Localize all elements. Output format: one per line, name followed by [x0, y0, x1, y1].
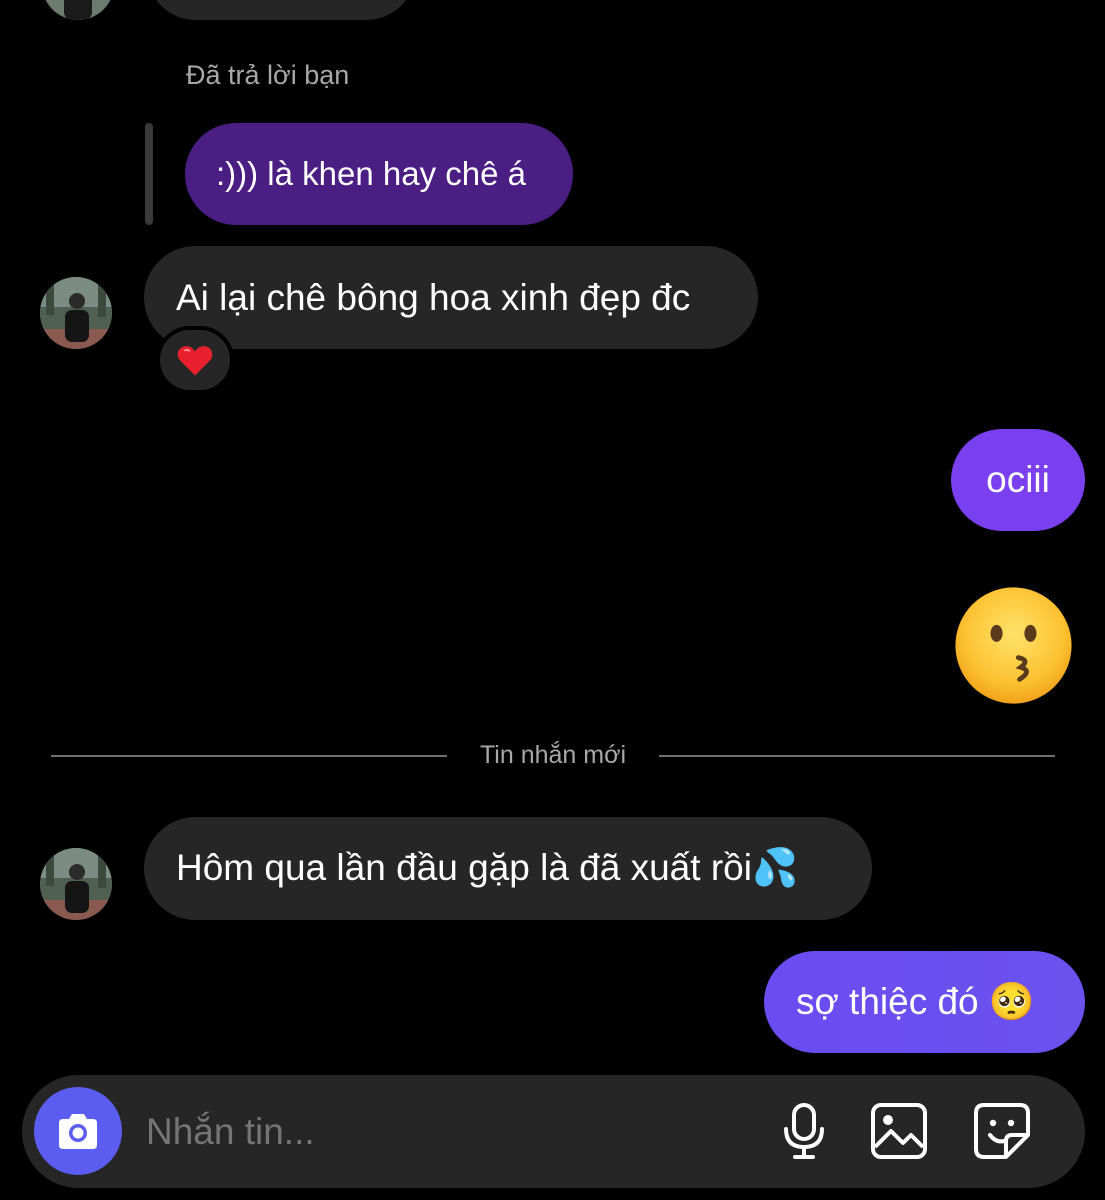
- quoted-message-text: :))) là khen hay chê á: [216, 155, 526, 192]
- message-text: Ai lại chê bông hoa xinh đẹp đc: [176, 276, 691, 318]
- message-text: Hôm qua lần đầu gặp là đã xuất rồi💦: [176, 847, 799, 888]
- gallery-button[interactable]: [869, 1101, 929, 1161]
- message-text: ociii: [986, 459, 1050, 500]
- heart-icon: [177, 346, 213, 376]
- microphone-button[interactable]: [774, 1101, 834, 1161]
- avatar[interactable]: [40, 277, 112, 349]
- reply-quote-bar: [145, 123, 153, 225]
- sticker-icon: [974, 1103, 1030, 1159]
- incoming-message-bubble[interactable]: Ai lại chê bông hoa xinh đẹp đc: [144, 246, 758, 349]
- message-composer: [22, 1075, 1085, 1188]
- reaction-badge[interactable]: [156, 326, 234, 394]
- kissing-face-emoji[interactable]: [953, 585, 1074, 706]
- quoted-message-bubble[interactable]: :))) là khen hay chê á: [185, 123, 573, 225]
- sticker-button[interactable]: [972, 1101, 1032, 1161]
- avatar[interactable]: [42, 0, 114, 20]
- outgoing-message-bubble[interactable]: ociii: [951, 429, 1085, 531]
- reply-label: Đã trả lời bạn: [186, 60, 350, 90]
- avatar[interactable]: [40, 848, 112, 920]
- incoming-message-bubble[interactable]: Hôm qua lần đầu gặp là đã xuất rồi💦: [144, 817, 872, 920]
- message-text: sợ thiệc đó 🥺: [796, 980, 1035, 1022]
- image-icon: [871, 1103, 927, 1159]
- message-input[interactable]: [144, 1097, 748, 1167]
- kissing-face-icon: [955, 587, 1072, 704]
- divider-line-right: [659, 755, 1055, 757]
- new-messages-divider: Tin nhắn mới: [479, 741, 627, 769]
- divider-line-left: [51, 755, 447, 757]
- camera-icon: [59, 1114, 97, 1149]
- message-bubble-partial: [146, 0, 416, 20]
- microphone-icon: [784, 1103, 824, 1159]
- camera-button[interactable]: [34, 1087, 122, 1175]
- outgoing-message-bubble[interactable]: sợ thiệc đó 🥺: [764, 951, 1085, 1053]
